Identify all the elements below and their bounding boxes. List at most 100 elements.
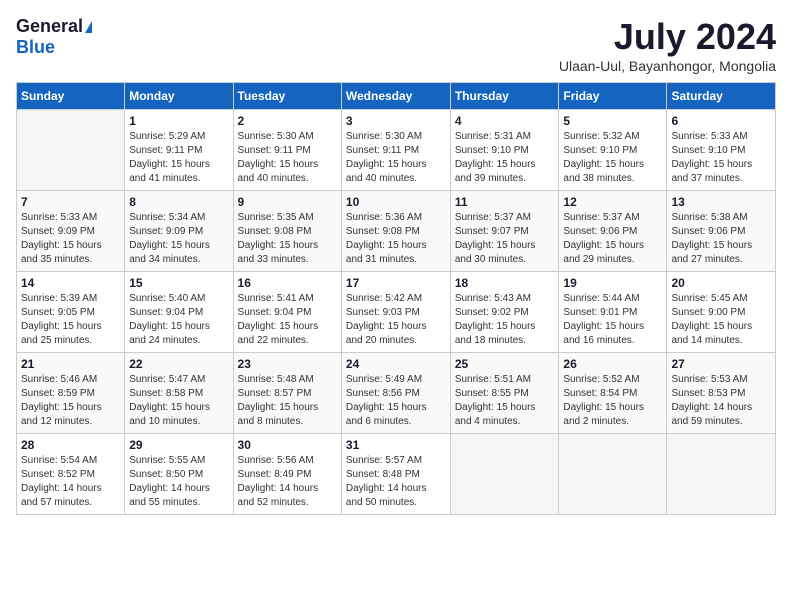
header-day-sunday: Sunday <box>17 83 125 110</box>
day-number: 19 <box>563 276 662 290</box>
day-number: 17 <box>346 276 446 290</box>
calendar-cell: 16Sunrise: 5:41 AM Sunset: 9:04 PM Dayli… <box>233 272 341 353</box>
calendar-cell: 4Sunrise: 5:31 AM Sunset: 9:10 PM Daylig… <box>450 110 559 191</box>
day-number: 31 <box>346 438 446 452</box>
calendar-cell: 9 Sunrise: 5:35 AM Sunset: 9:08 PM Daylig… <box>233 191 341 272</box>
calendar-cell: 11 Sunrise: 5:37 AM Sunset: 9:07 PM Dayli… <box>450 191 559 272</box>
day-number: 18 <box>455 276 555 290</box>
day-number: 12 <box>563 195 662 209</box>
day-number: 24 <box>346 357 446 371</box>
calendar-cell: 1 Sunrise: 5:29 AM Sunset: 9:11 PM Daylig… <box>125 110 233 191</box>
day-info: Sunrise: 5:42 AM Sunset: 9:03 PM Dayligh… <box>346 292 446 348</box>
day-info: Sunrise: 5:33 AM Sunset: 9:10 PM Dayligh… <box>671 130 771 186</box>
day-number: 7 <box>21 195 120 209</box>
calendar-cell <box>17 110 125 191</box>
calendar-cell: 23 Sunrise: 5:48 AM Sunset: 8:57 PM Dayli… <box>233 353 341 434</box>
calendar-cell: 3 Sunrise: 5:30 AM Sunset: 9:11 PM Daylig… <box>341 110 450 191</box>
day-number: 13 <box>671 195 771 209</box>
day-info: Sunrise: 5:47 AM Sunset: 8:58 PM Dayligh… <box>129 373 228 429</box>
day-number: 9 <box>238 195 337 209</box>
day-info: Sunrise: 5:38 AM Sunset: 9:06 PM Dayligh… <box>671 211 771 267</box>
day-info: Sunrise: 5:57 AM Sunset: 8:48 PM Dayligh… <box>346 454 446 510</box>
calendar-cell: 15 Sunrise: 5:40 AM Sunset: 9:04 PM Dayli… <box>125 272 233 353</box>
logo-blue-text: Blue <box>16 37 55 58</box>
calendar-cell: 24 Sunrise: 5:49 AM Sunset: 8:56 PM Dayli… <box>341 353 450 434</box>
day-info: Sunrise: 5:31 AM Sunset: 9:10 PM Dayligh… <box>455 130 555 186</box>
week-row-4: 21Sunrise: 5:46 AM Sunset: 8:59 PM Dayli… <box>17 353 776 434</box>
week-row-1: 1 Sunrise: 5:29 AM Sunset: 9:11 PM Daylig… <box>17 110 776 191</box>
day-number: 14 <box>21 276 120 290</box>
day-number: 15 <box>129 276 228 290</box>
day-number: 23 <box>238 357 337 371</box>
day-info: Sunrise: 5:48 AM Sunset: 8:57 PM Dayligh… <box>238 373 337 429</box>
day-info: Sunrise: 5:30 AM Sunset: 9:11 PM Dayligh… <box>238 130 337 186</box>
calendar-cell: 19 Sunrise: 5:44 AM Sunset: 9:01 PM Dayli… <box>559 272 667 353</box>
day-info: Sunrise: 5:40 AM Sunset: 9:04 PM Dayligh… <box>129 292 228 348</box>
day-info: Sunrise: 5:49 AM Sunset: 8:56 PM Dayligh… <box>346 373 446 429</box>
day-info: Sunrise: 5:51 AM Sunset: 8:55 PM Dayligh… <box>455 373 555 429</box>
header-day-thursday: Thursday <box>450 83 559 110</box>
day-info: Sunrise: 5:37 AM Sunset: 9:07 PM Dayligh… <box>455 211 555 267</box>
day-number: 2 <box>238 114 337 128</box>
header-day-wednesday: Wednesday <box>341 83 450 110</box>
day-info: Sunrise: 5:34 AM Sunset: 9:09 PM Dayligh… <box>129 211 228 267</box>
day-number: 20 <box>671 276 771 290</box>
day-number: 8 <box>129 195 228 209</box>
day-info: Sunrise: 5:45 AM Sunset: 9:00 PM Dayligh… <box>671 292 771 348</box>
calendar-cell: 6 Sunrise: 5:33 AM Sunset: 9:10 PM Daylig… <box>667 110 776 191</box>
calendar-cell: 20 Sunrise: 5:45 AM Sunset: 9:00 PM Dayli… <box>667 272 776 353</box>
calendar-cell: 17 Sunrise: 5:42 AM Sunset: 9:03 PM Dayli… <box>341 272 450 353</box>
calendar-cell: 7Sunrise: 5:33 AM Sunset: 9:09 PM Daylig… <box>17 191 125 272</box>
day-number: 27 <box>671 357 771 371</box>
day-number: 11 <box>455 195 555 209</box>
day-number: 21 <box>21 357 120 371</box>
calendar-cell: 29Sunrise: 5:55 AM Sunset: 8:50 PM Dayli… <box>125 434 233 515</box>
day-info: Sunrise: 5:39 AM Sunset: 9:05 PM Dayligh… <box>21 292 120 348</box>
day-number: 26 <box>563 357 662 371</box>
header-day-monday: Monday <box>125 83 233 110</box>
day-info: Sunrise: 5:56 AM Sunset: 8:49 PM Dayligh… <box>238 454 337 510</box>
day-info: Sunrise: 5:35 AM Sunset: 9:08 PM Dayligh… <box>238 211 337 267</box>
calendar-cell: 12 Sunrise: 5:37 AM Sunset: 9:06 PM Dayli… <box>559 191 667 272</box>
calendar-cell: 13 Sunrise: 5:38 AM Sunset: 9:06 PM Dayli… <box>667 191 776 272</box>
logo: General Blue <box>16 16 92 58</box>
calendar-header: SundayMondayTuesdayWednesdayThursdayFrid… <box>17 83 776 110</box>
day-number: 29 <box>129 438 228 452</box>
calendar-cell: 30Sunrise: 5:56 AM Sunset: 8:49 PM Dayli… <box>233 434 341 515</box>
calendar-body: 1 Sunrise: 5:29 AM Sunset: 9:11 PM Daylig… <box>17 110 776 515</box>
day-info: Sunrise: 5:29 AM Sunset: 9:11 PM Dayligh… <box>129 130 228 186</box>
page-header: General Blue July 2024 Ulaan-Uul, Bayanh… <box>16 16 776 74</box>
calendar-cell: 5Sunrise: 5:32 AM Sunset: 9:10 PM Daylig… <box>559 110 667 191</box>
calendar-cell: 18 Sunrise: 5:43 AM Sunset: 9:02 PM Dayli… <box>450 272 559 353</box>
day-info: Sunrise: 5:43 AM Sunset: 9:02 PM Dayligh… <box>455 292 555 348</box>
day-number: 5 <box>563 114 662 128</box>
month-title: July 2024 <box>559 16 776 58</box>
day-info: Sunrise: 5:52 AM Sunset: 8:54 PM Dayligh… <box>563 373 662 429</box>
day-info: Sunrise: 5:37 AM Sunset: 9:06 PM Dayligh… <box>563 211 662 267</box>
day-info: Sunrise: 5:44 AM Sunset: 9:01 PM Dayligh… <box>563 292 662 348</box>
calendar-cell: 2 Sunrise: 5:30 AM Sunset: 9:11 PM Daylig… <box>233 110 341 191</box>
week-row-3: 14 Sunrise: 5:39 AM Sunset: 9:05 PM Dayli… <box>17 272 776 353</box>
calendar-cell: 8 Sunrise: 5:34 AM Sunset: 9:09 PM Daylig… <box>125 191 233 272</box>
logo-general-text: General <box>16 16 83 37</box>
calendar-cell: 28Sunrise: 5:54 AM Sunset: 8:52 PM Dayli… <box>17 434 125 515</box>
day-number: 6 <box>671 114 771 128</box>
day-number: 3 <box>346 114 446 128</box>
week-row-2: 7Sunrise: 5:33 AM Sunset: 9:09 PM Daylig… <box>17 191 776 272</box>
calendar-cell <box>667 434 776 515</box>
calendar-cell: 10Sunrise: 5:36 AM Sunset: 9:08 PM Dayli… <box>341 191 450 272</box>
header-day-saturday: Saturday <box>667 83 776 110</box>
calendar-cell: 21Sunrise: 5:46 AM Sunset: 8:59 PM Dayli… <box>17 353 125 434</box>
day-number: 28 <box>21 438 120 452</box>
header-row: SundayMondayTuesdayWednesdayThursdayFrid… <box>17 83 776 110</box>
calendar-cell: 14 Sunrise: 5:39 AM Sunset: 9:05 PM Dayli… <box>17 272 125 353</box>
day-number: 1 <box>129 114 228 128</box>
calendar-cell <box>559 434 667 515</box>
calendar-cell <box>450 434 559 515</box>
day-info: Sunrise: 5:30 AM Sunset: 9:11 PM Dayligh… <box>346 130 446 186</box>
calendar-table: SundayMondayTuesdayWednesdayThursdayFrid… <box>16 82 776 515</box>
logo-triangle-icon <box>85 21 92 33</box>
header-day-tuesday: Tuesday <box>233 83 341 110</box>
week-row-5: 28Sunrise: 5:54 AM Sunset: 8:52 PM Dayli… <box>17 434 776 515</box>
location-subtitle: Ulaan-Uul, Bayanhongor, Mongolia <box>559 58 776 74</box>
